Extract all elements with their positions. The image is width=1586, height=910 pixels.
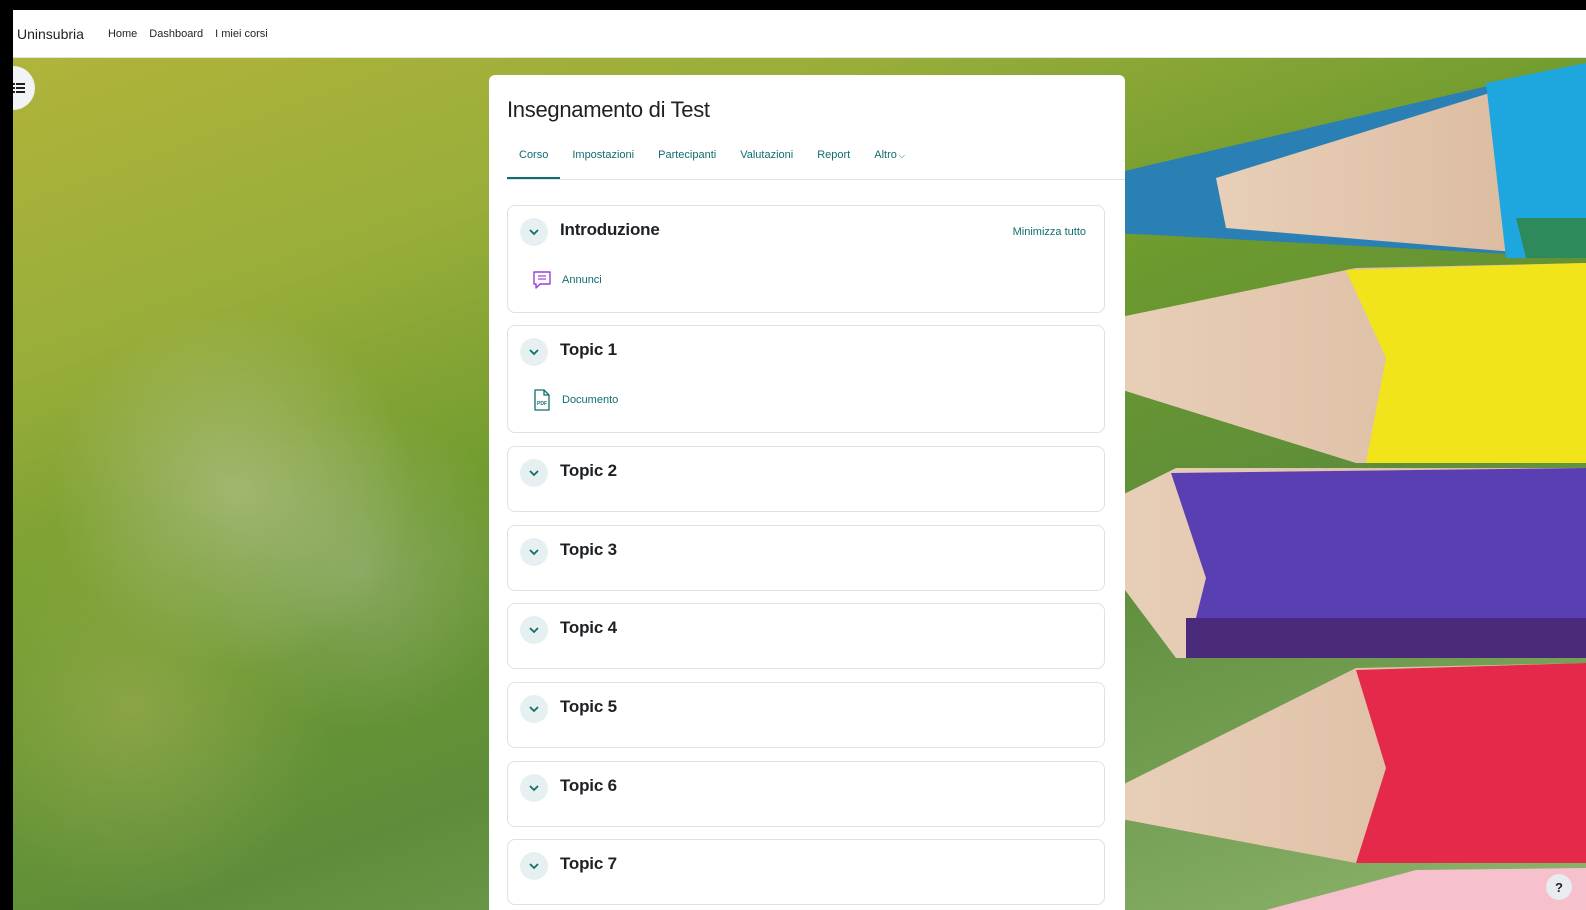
section-title[interactable]: Topic 1 xyxy=(560,340,617,360)
section-title[interactable]: Topic 7 xyxy=(560,854,617,874)
activity-label[interactable]: Annunci xyxy=(562,274,602,286)
activity-label[interactable]: Documento xyxy=(562,394,618,406)
activity-documento[interactable]: PDF Documento xyxy=(530,388,618,412)
screen: Uninsubria Home Dashboard I miei corsi I… xyxy=(13,10,1586,910)
chevron-down-icon xyxy=(529,469,539,476)
section-collapse-toggle[interactable] xyxy=(520,852,548,880)
tab-report[interactable]: Report xyxy=(805,135,862,179)
nav-link-my-courses[interactable]: I miei corsi xyxy=(215,28,268,40)
site-brand[interactable]: Uninsubria xyxy=(17,26,84,42)
chevron-down-icon xyxy=(529,348,539,355)
tab-valutazioni[interactable]: Valutazioni xyxy=(728,135,805,179)
chevron-down-icon xyxy=(529,228,539,235)
chevron-down-icon xyxy=(529,626,539,633)
chevron-down-icon xyxy=(529,784,539,791)
section-collapse-toggle[interactable] xyxy=(520,338,548,366)
section-topic-6: Topic 6 xyxy=(507,761,1105,827)
chevron-down-icon xyxy=(529,548,539,555)
tab-partecipanti[interactable]: Partecipanti xyxy=(646,135,728,179)
section-title[interactable]: Topic 6 xyxy=(560,776,617,796)
chevron-down-icon: ⌵ xyxy=(898,151,905,160)
course-title: Insegnamento di Test xyxy=(507,97,710,122)
section-topic-1: Topic 1 PDF Documento xyxy=(507,325,1105,433)
section-topic-2: Topic 2 xyxy=(507,446,1105,512)
activity-annunci[interactable]: Annunci xyxy=(530,268,602,292)
tab-altro-label: Altro xyxy=(874,149,897,161)
chevron-down-icon xyxy=(529,705,539,712)
section-topic-7: Topic 7 xyxy=(507,839,1105,905)
forum-icon xyxy=(530,268,554,292)
course-content-card: Insegnamento di Test Corso Impostazioni … xyxy=(489,75,1125,910)
section-title[interactable]: Topic 3 xyxy=(560,540,617,560)
section-collapse-toggle[interactable] xyxy=(520,218,548,246)
list-icon xyxy=(13,83,25,93)
section-title[interactable]: Topic 2 xyxy=(560,461,617,481)
nav-link-dashboard[interactable]: Dashboard xyxy=(149,28,203,40)
section-collapse-toggle[interactable] xyxy=(520,538,548,566)
tab-altro[interactable]: Altro ⌵ xyxy=(862,135,917,179)
section-introduzione: Introduzione Minimizza tutto Annunci xyxy=(507,205,1105,313)
course-tabs: Corso Impostazioni Partecipanti Valutazi… xyxy=(507,135,1125,180)
section-title[interactable]: Topic 4 xyxy=(560,618,617,638)
tab-corso[interactable]: Corso xyxy=(507,135,561,179)
section-topic-5: Topic 5 xyxy=(507,682,1105,748)
section-collapse-toggle[interactable] xyxy=(520,459,548,487)
help-button[interactable]: ? xyxy=(1546,874,1572,900)
pencils-image xyxy=(1116,63,1586,910)
section-topic-3: Topic 3 xyxy=(507,525,1105,591)
svg-text:PDF: PDF xyxy=(537,401,547,407)
pdf-icon: PDF xyxy=(530,388,554,412)
section-collapse-toggle[interactable] xyxy=(520,774,548,802)
top-navbar: Uninsubria Home Dashboard I miei corsi xyxy=(13,10,1586,58)
section-title[interactable]: Topic 5 xyxy=(560,697,617,717)
section-collapse-toggle[interactable] xyxy=(520,616,548,644)
tab-impostazioni[interactable]: Impostazioni xyxy=(560,135,646,179)
section-collapse-toggle[interactable] xyxy=(520,695,548,723)
section-title[interactable]: Introduzione xyxy=(560,220,660,240)
chevron-down-icon xyxy=(529,862,539,869)
section-topic-4: Topic 4 xyxy=(507,603,1105,669)
collapse-all-link[interactable]: Minimizza tutto xyxy=(1013,226,1086,238)
nav-link-home[interactable]: Home xyxy=(108,28,137,40)
